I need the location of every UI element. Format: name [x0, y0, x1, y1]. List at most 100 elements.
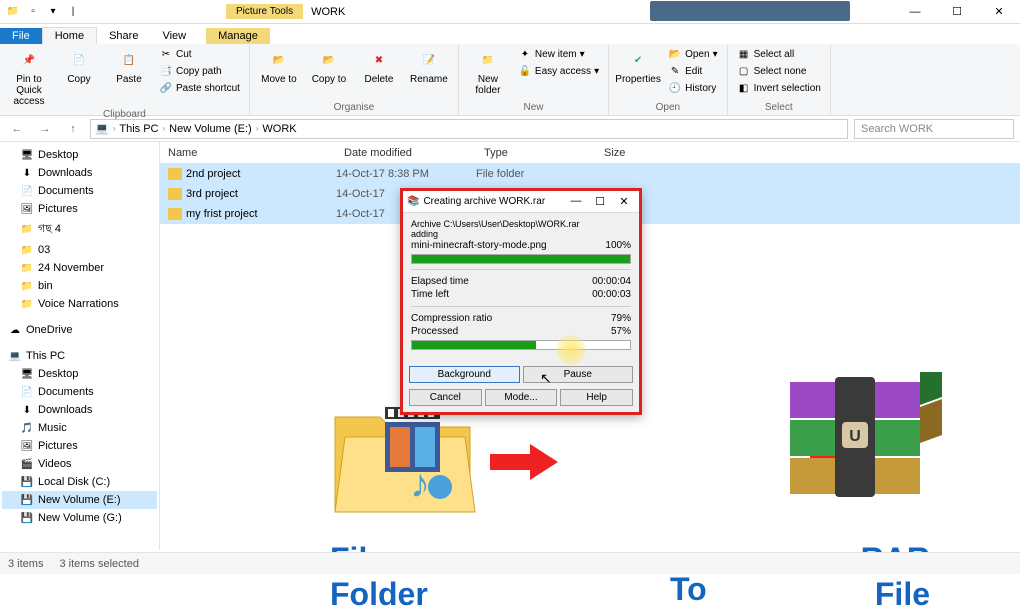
delete-button[interactable]: ✖Delete: [356, 46, 402, 85]
pin-button[interactable]: 📌Pin to Quick access: [6, 46, 52, 107]
onedrive-icon: ☁: [8, 323, 22, 337]
folder-icon: 📁: [20, 279, 34, 293]
window-title: WORK: [311, 6, 345, 18]
contextual-tab-label: Picture Tools: [226, 4, 303, 19]
background-button[interactable]: Background: [409, 366, 520, 383]
tab-view[interactable]: View: [150, 28, 198, 44]
forward-button[interactable]: →: [34, 118, 56, 140]
rename-button[interactable]: 📝Rename: [406, 46, 452, 85]
navigation-tree[interactable]: 🖥Desktop ⬇Downloads 📄Documents 🖼Pictures…: [0, 142, 160, 550]
pc-icon: 💻: [95, 122, 109, 135]
dialog-minimize[interactable]: —: [565, 195, 587, 208]
svg-text:U: U: [849, 428, 861, 445]
selectnone-icon: ▢: [737, 64, 751, 78]
back-button[interactable]: ←: [6, 118, 28, 140]
ribbon-tabs: File Home Share View Manage: [0, 24, 1020, 44]
open-button[interactable]: 📂Open ▾: [665, 46, 721, 62]
address-bar: ← → ↑ 💻 › This PC › New Volume (E:) › WO…: [0, 116, 1020, 142]
selectall-button[interactable]: ▦Select all: [734, 46, 824, 62]
tab-share[interactable]: Share: [97, 28, 150, 44]
pictures-icon: 🖼: [20, 202, 34, 216]
tab-file[interactable]: File: [0, 28, 42, 44]
open-icon: 📂: [668, 47, 682, 61]
newitem-button[interactable]: ✦New item ▾: [515, 46, 602, 62]
archive-path: Archive C:\Users\User\Desktop\WORK.rar: [411, 219, 631, 229]
pictures-icon: 🖼: [20, 439, 34, 453]
up-button[interactable]: ↑: [62, 118, 84, 140]
moveto-button[interactable]: 📂Move to: [256, 46, 302, 85]
folder-icon: [168, 208, 182, 220]
cut-button[interactable]: ✂Cut: [156, 46, 243, 62]
edit-button[interactable]: ✎Edit: [665, 63, 721, 79]
new-icon: ✦: [518, 47, 532, 61]
access-icon: 🔓: [518, 64, 532, 78]
edit-icon: ✎: [668, 64, 682, 78]
group-open: Open: [615, 100, 721, 113]
mode-button[interactable]: Mode...: [485, 389, 558, 406]
disk-icon: 💾: [20, 493, 34, 507]
file-row[interactable]: 2nd project 14-Oct-17 8:38 PM File folde…: [160, 164, 1020, 184]
music-icon: 🎵: [20, 421, 34, 435]
scissors-icon: ✂: [159, 47, 173, 61]
easyaccess-button[interactable]: 🔓Easy access ▾: [515, 63, 602, 79]
close-button[interactable]: ✕: [978, 0, 1020, 24]
column-headers[interactable]: Name Date modified Type Size: [160, 142, 1020, 164]
language-bar[interactable]: [650, 1, 850, 21]
videos-icon: 🎬: [20, 457, 34, 471]
folder-icon: 📁: [20, 223, 34, 237]
folder-icon: 📁: [20, 297, 34, 311]
status-bar: 3 items 3 items selected: [0, 552, 1020, 574]
selectnone-button[interactable]: ▢Select none: [734, 63, 824, 79]
desktop-icon: 🖥: [20, 367, 34, 381]
maximize-button[interactable]: ☐: [936, 0, 978, 24]
dialog-maximize[interactable]: ☐: [589, 195, 611, 208]
thispc-icon: 💻: [8, 349, 22, 363]
qat-item[interactable]: ▾: [44, 3, 62, 21]
copyto-button[interactable]: 📂Copy to: [306, 46, 352, 85]
disk-icon: 💾: [20, 475, 34, 489]
download-icon: ⬇: [20, 403, 34, 417]
shortcut-icon: 🔗: [159, 81, 173, 95]
qat-divider: |: [64, 3, 82, 21]
minimize-button[interactable]: —: [894, 0, 936, 24]
group-new: New: [465, 100, 602, 113]
history-icon: 🕘: [668, 81, 682, 95]
folder-icon: 📁: [20, 261, 34, 275]
file-progress: [411, 254, 631, 264]
invert-button[interactable]: ◧Invert selection: [734, 80, 824, 96]
tab-home[interactable]: Home: [42, 27, 97, 44]
winrar-dialog: 📚 Creating archive WORK.rar — ☐ ✕ Archiv…: [400, 188, 642, 415]
desktop-icon: 🖥: [20, 148, 34, 162]
invert-icon: ◧: [737, 81, 751, 95]
disk-icon: 💾: [20, 511, 34, 525]
history-button[interactable]: 🕘History: [665, 80, 721, 96]
folder-icon: [168, 188, 182, 200]
total-progress: [411, 340, 631, 350]
ribbon: 📌Pin to Quick access 📄Copy 📋Paste ✂Cut 📑…: [0, 44, 1020, 116]
breadcrumb[interactable]: 💻 › This PC › New Volume (E:) › WORK: [90, 119, 848, 139]
search-input[interactable]: Search WORK: [854, 119, 1014, 139]
selectall-icon: ▦: [737, 47, 751, 61]
help-button[interactable]: Help: [560, 389, 633, 406]
documents-icon: 📄: [20, 184, 34, 198]
tab-manage[interactable]: Manage: [206, 28, 270, 44]
dialog-close[interactable]: ✕: [613, 195, 635, 208]
paste-button[interactable]: 📋Paste: [106, 46, 152, 85]
titlebar: 📁 ▫ ▾ | Picture Tools WORK — ☐ ✕: [0, 0, 1020, 24]
status-items: 3 items: [8, 558, 43, 570]
paste-shortcut-button[interactable]: 🔗Paste shortcut: [156, 80, 243, 96]
dialog-title: Creating archive WORK.rar: [423, 196, 561, 207]
documents-icon: 📄: [20, 385, 34, 399]
copypath-button[interactable]: 📑Copy path: [156, 63, 243, 79]
folder-icon: 📁: [4, 3, 22, 21]
folder-icon: 📁: [20, 243, 34, 257]
rar-illustration: U: [780, 372, 950, 532]
arrow-icon: [490, 442, 560, 482]
qat-item[interactable]: ▫: [24, 3, 42, 21]
newfolder-button[interactable]: 📁New folder: [465, 46, 511, 96]
properties-button[interactable]: ✔Properties: [615, 46, 661, 85]
copy-button[interactable]: 📄Copy: [56, 46, 102, 85]
group-select: Select: [734, 100, 824, 113]
pause-button[interactable]: Pause: [523, 366, 634, 383]
cancel-button[interactable]: Cancel: [409, 389, 482, 406]
